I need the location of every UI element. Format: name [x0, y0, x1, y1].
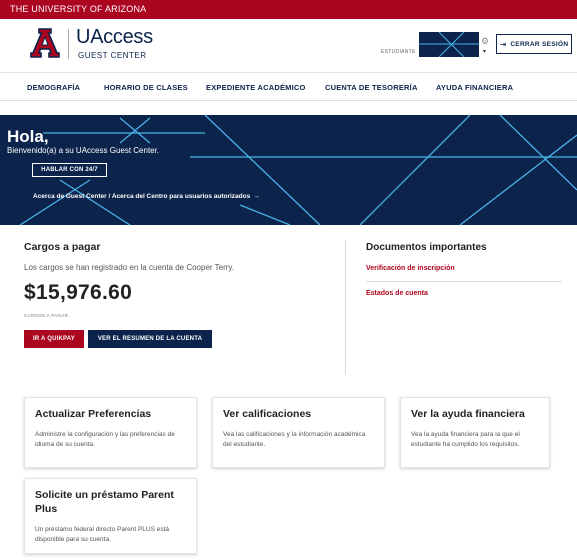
brand-title[interactable]: UAccess [76, 26, 153, 49]
hero-greeting: Hola, [7, 127, 49, 146]
help-247-button[interactable]: HABLAR CON 24/7 [32, 163, 107, 177]
logout-label: CERRAR SESIÓN [510, 40, 569, 48]
redaction-lines-icon [419, 32, 479, 57]
chevron-down-icon[interactable]: ▾ [483, 48, 486, 55]
doc-link-account-statements[interactable]: Estados de cuenta [366, 290, 428, 297]
card-view-grades[interactable]: Ver calificaciones Vea las calificacione… [212, 397, 385, 468]
documents-separator [366, 281, 562, 282]
charges-title: Cargos a pagar [24, 241, 101, 253]
hero-welcome-text: Bienvenido(a) a su UAccess Guest Center. [7, 146, 160, 155]
settings-gear-icon[interactable]: ⚙ [481, 36, 489, 47]
card-parent-plus-loan[interactable]: Solicite un préstamo Parent Plus Un prés… [24, 478, 197, 554]
doc-link-enrollment-verification[interactable]: Verificación de inscripción [366, 265, 455, 272]
account-summary-button[interactable]: VER EL RESUMEN DE LA CUENTA [88, 330, 212, 348]
brand-subtitle[interactable]: GUEST CENTER [78, 51, 147, 60]
logout-button[interactable]: ⇥ CERRAR SESIÓN [496, 34, 572, 54]
about-guest-center-link[interactable]: Acerca de Guest Center / Acerca del Cent… [33, 193, 260, 200]
nav-item-demografia[interactable]: DEMOGRAFÍA [27, 83, 80, 92]
logout-icon: ⇥ [499, 39, 507, 49]
main-nav: DEMOGRAFÍA HORARIO DE CLASES EXPEDIENTE … [0, 74, 577, 101]
arizona-a-logo-icon[interactable] [30, 27, 60, 59]
hero-banner: Hola, Bienvenido(a) a su UAccess Guest C… [0, 115, 577, 225]
quikpay-button[interactable]: IR A QUIKPAY [24, 330, 84, 348]
charges-description: Los cargos se han registrado en la cuent… [24, 263, 235, 272]
card-title: Solicite un préstamo Parent Plus [35, 489, 174, 515]
university-bar: THE UNIVERSITY OF ARIZONA [0, 0, 577, 19]
card-description: Administre la configuración y las prefer… [35, 431, 175, 448]
card-update-preferences[interactable]: Actualizar Preferencias Administre la co… [24, 397, 197, 468]
nav-item-tesoreria[interactable]: CUENTA DE TESORERÍA [325, 83, 418, 92]
arrow-right-icon: → [253, 193, 260, 200]
section-divider [345, 240, 346, 375]
nav-item-expediente[interactable]: EXPEDIENTE ACADÉMICO [206, 83, 306, 92]
documents-title: Documentos importantes [366, 242, 487, 253]
card-title: Ver calificaciones [223, 408, 312, 420]
charges-amount-label: CARGOS A PAGAR [24, 313, 69, 318]
about-link-text: Acerca de Guest Center / Acerca del Cent… [33, 193, 251, 200]
charges-amount: $15,976.60 [24, 281, 133, 304]
logo-divider [68, 29, 69, 59]
card-description: Un préstamo federal directo Parent PLUS … [35, 526, 170, 543]
card-title: Ver la ayuda financiera [411, 408, 525, 420]
student-label: ESTUDIANTE [381, 49, 416, 55]
redacted-student-name[interactable] [419, 32, 479, 57]
card-description: Vea las calificaciones y la información … [223, 431, 366, 448]
nav-item-ayuda[interactable]: AYUDA FINANCIERA [436, 83, 513, 92]
university-name[interactable]: THE UNIVERSITY OF ARIZONA [10, 4, 146, 14]
site-header: UAccess GUEST CENTER ESTUDIANTE ⚙ ▾ ⇥ CE… [0, 19, 577, 73]
card-view-financial-aid[interactable]: Ver la ayuda financiera Vea la ayuda fin… [400, 397, 550, 468]
card-title: Actualizar Preferencias [35, 408, 152, 420]
nav-item-horario[interactable]: HORARIO DE CLASES [104, 83, 188, 92]
card-description: Vea la ayuda financiera para la que el e… [411, 431, 520, 448]
